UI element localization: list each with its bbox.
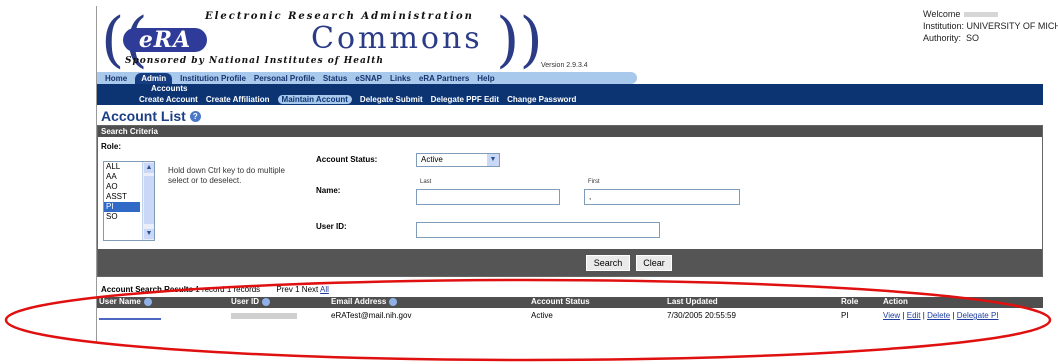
nav-home[interactable]: Home	[105, 74, 127, 83]
col-account-status: Account Status	[531, 297, 590, 306]
authority-label: Authority:	[923, 33, 962, 43]
subnav-delegate-ppf-edit[interactable]: Delegate PPF Edit	[431, 95, 499, 104]
user-id-label: User ID:	[316, 222, 347, 231]
subnav-create-affiliation[interactable]: Create Affiliation	[206, 95, 270, 104]
col-role: Role	[841, 297, 859, 306]
first-name-input[interactable]: ,	[584, 189, 740, 205]
first-name-caption: First	[588, 179, 600, 185]
page-title-row: Account List ?	[101, 108, 201, 124]
subnav-maintain-account[interactable]: Maintain Account	[277, 95, 352, 104]
era-commons-logo: (( Electronic Research Administration eR…	[101, 10, 543, 72]
search-criteria-panel: Search Criteria Role: ALL AA AO ASST PI …	[97, 125, 1043, 277]
logo-era: eRA	[123, 28, 207, 52]
nav-status[interactable]: Status	[323, 74, 347, 83]
scroll-up-icon[interactable]: ▲	[144, 163, 154, 173]
pager-all-link[interactable]: All	[320, 285, 329, 294]
col-action: Action	[883, 297, 908, 306]
action-cell: View | Edit | Delete | Delegate PI	[883, 311, 999, 320]
role-option-aa[interactable]: AA	[104, 172, 140, 182]
last-name-input[interactable]	[416, 189, 560, 205]
nav-admin[interactable]: Admin	[135, 72, 173, 84]
nav-personal-profile[interactable]: Personal Profile	[254, 74, 315, 83]
last-name-caption: Last	[420, 179, 432, 185]
name-label: Name:	[316, 186, 341, 195]
nav-help[interactable]: Help	[477, 74, 494, 83]
nav-links[interactable]: Links	[390, 74, 411, 83]
nav-esnap[interactable]: eSNAP	[355, 74, 382, 83]
logo-commons: Commons	[311, 21, 483, 56]
pager-next: Next	[301, 285, 319, 294]
sort-icon[interactable]	[262, 297, 271, 306]
logo-right-brace: ))	[496, 5, 543, 75]
updated-cell: 7/30/2005 20:55:59	[667, 311, 736, 320]
nav-institution-profile[interactable]: Institution Profile	[180, 74, 246, 83]
search-criteria-header: Search Criteria	[98, 126, 1042, 137]
account-status-label: Account Status:	[316, 155, 378, 164]
record-count: 1 record 1 records	[195, 285, 261, 294]
user-id-input[interactable]	[416, 222, 660, 238]
subnav-delegate-submit[interactable]: Delegate Submit	[360, 95, 423, 104]
clear-button[interactable]: Clear	[636, 255, 672, 271]
scroll-thumb[interactable]	[144, 176, 154, 224]
sort-icon[interactable]	[389, 297, 398, 306]
multi-select-hint: Hold down Ctrl key to do multiple select…	[168, 166, 285, 185]
subnav-accounts[interactable]: Accounts	[151, 84, 187, 93]
role-option-ao[interactable]: AO	[104, 182, 140, 192]
role-option-so[interactable]: SO	[104, 212, 140, 222]
pager-prev: Prev	[276, 285, 293, 294]
redacted-username	[964, 12, 999, 18]
accounts-subnav: Create Account Create Affiliation Mainta…	[97, 94, 1043, 105]
role-option-all[interactable]: ALL	[104, 162, 140, 172]
results-title-row: Account Search Results 1 record 1 record…	[101, 285, 329, 294]
subnav-change-password[interactable]: Change Password	[507, 95, 576, 104]
delete-link[interactable]: Delete	[927, 311, 950, 320]
col-user-name[interactable]: User Name	[99, 297, 152, 306]
search-button[interactable]: Search	[586, 255, 630, 271]
search-button-bar	[98, 249, 1042, 276]
user-id-cell	[231, 310, 297, 322]
pager-page: 1	[295, 285, 300, 294]
role-label: Role:	[101, 142, 121, 151]
main-nav: Home Admin Institution Profile Personal …	[97, 72, 637, 84]
role-listbox[interactable]: ALL AA AO ASST PI SO ▲ ▼	[103, 161, 155, 241]
user-name-link[interactable]	[99, 310, 161, 322]
institution-value: UNIVERSITY OF MICHIGA	[966, 21, 1058, 31]
results-header-row: User Name User ID Email Address Account …	[97, 297, 1043, 308]
browser-page: (( Electronic Research Administration eR…	[96, 6, 1058, 342]
logo-tagline-bottom: Sponsored by National Institutes of Heal…	[125, 56, 384, 66]
version-label: Version 2.9.3.4	[541, 62, 588, 69]
results-title: Account Search Results	[101, 285, 194, 294]
account-status-select[interactable]: Active ▼	[416, 153, 500, 167]
delegate-pi-link[interactable]: Delegate PI	[957, 311, 999, 320]
edit-link[interactable]: Edit	[907, 311, 921, 320]
admin-subnav: Accounts	[97, 84, 1043, 94]
view-link[interactable]: View	[883, 311, 900, 320]
role-listbox-scrollbar[interactable]: ▲ ▼	[142, 162, 154, 240]
role-cell: PI	[841, 311, 849, 320]
user-info: Welcome Institution: UNIVERSITY OF MICHI…	[923, 8, 1058, 44]
account-status-value: Active	[421, 155, 443, 164]
table-row: eRATest@mail.nih.gov Active 7/30/2005 20…	[97, 310, 1043, 322]
institution-label: Institution:	[923, 21, 965, 31]
redacted-user-name	[99, 317, 161, 320]
scroll-down-icon[interactable]: ▼	[144, 229, 154, 239]
role-option-pi[interactable]: PI	[104, 202, 140, 212]
email-cell: eRATest@mail.nih.gov	[331, 311, 412, 320]
welcome-label: Welcome	[923, 9, 961, 19]
page-title: Account List	[101, 108, 186, 124]
nav-era-partners[interactable]: eRA Partners	[419, 74, 469, 83]
col-last-updated: Last Updated	[667, 297, 718, 306]
authority-value: SO	[966, 33, 980, 43]
help-icon[interactable]: ?	[189, 110, 201, 122]
redacted-user-id	[231, 312, 297, 319]
chevron-down-icon[interactable]: ▼	[487, 154, 499, 166]
col-email[interactable]: Email Address	[331, 297, 398, 306]
status-cell: Active	[531, 311, 553, 320]
role-option-asst[interactable]: ASST	[104, 192, 140, 202]
sort-icon[interactable]	[143, 297, 152, 306]
subnav-create-account[interactable]: Create Account	[139, 95, 198, 104]
col-user-id[interactable]: User ID	[231, 297, 271, 306]
